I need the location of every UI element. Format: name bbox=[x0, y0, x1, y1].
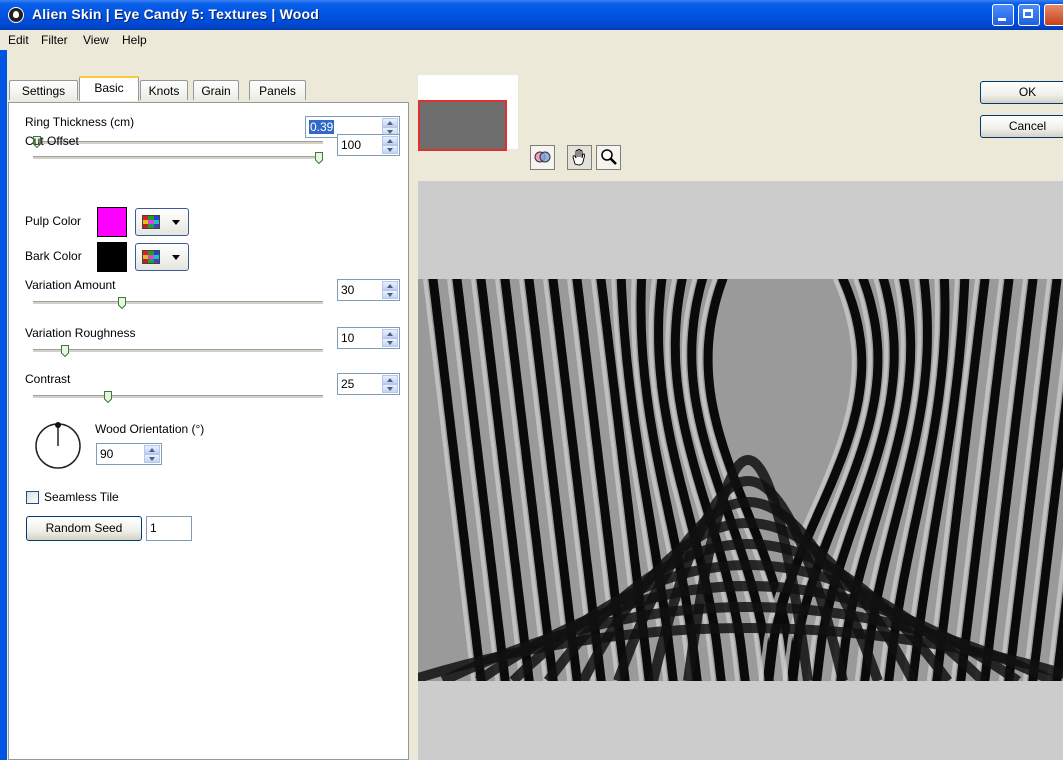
pulp-color-swatch[interactable] bbox=[97, 207, 127, 237]
dropdown-arrow-icon bbox=[172, 255, 180, 260]
spin-down-icon[interactable] bbox=[382, 145, 398, 154]
spin-up-icon[interactable] bbox=[144, 445, 160, 454]
variation-roughness-spinner[interactable] bbox=[382, 329, 398, 347]
spin-down-icon[interactable] bbox=[382, 384, 398, 393]
tab-knots[interactable]: Knots bbox=[140, 80, 188, 100]
wood-orientation-dial[interactable] bbox=[34, 422, 82, 470]
preview-compare-button[interactable] bbox=[530, 145, 555, 170]
variation-roughness-slider-thumb[interactable] bbox=[61, 345, 70, 357]
seamless-tile-checkbox[interactable] bbox=[26, 491, 39, 504]
variation-amount-slider-track[interactable] bbox=[33, 301, 323, 305]
cut-offset-input[interactable]: 100 bbox=[337, 134, 400, 156]
spin-down-icon[interactable] bbox=[382, 338, 398, 347]
tab-basic[interactable]: Basic bbox=[79, 76, 139, 101]
variation-roughness-slider-track[interactable] bbox=[33, 349, 323, 353]
cut-offset-slider-thumb[interactable] bbox=[315, 152, 323, 164]
menu-filter[interactable]: Filter bbox=[41, 33, 68, 47]
tab-settings[interactable]: Settings bbox=[9, 80, 78, 100]
contrast-label: Contrast bbox=[25, 372, 71, 386]
menu-edit[interactable]: Edit bbox=[8, 33, 29, 47]
zoom-button[interactable] bbox=[596, 145, 621, 170]
hand-pan-icon bbox=[572, 148, 586, 166]
window-title: Alien Skin | Eye Candy 5: Textures | Woo… bbox=[32, 6, 320, 22]
variation-roughness-input[interactable]: 10 bbox=[337, 327, 400, 349]
contrast-input[interactable]: 25 bbox=[337, 373, 400, 395]
preview-compare-icon bbox=[534, 151, 551, 163]
cut-offset-slider-track[interactable] bbox=[33, 156, 323, 160]
bark-color-label: Bark Color bbox=[25, 249, 82, 263]
minimize-button[interactable] bbox=[992, 4, 1014, 26]
maximize-button[interactable] bbox=[1018, 4, 1040, 26]
variation-amount-label: Variation Amount bbox=[25, 278, 116, 292]
variation-roughness-label: Variation Roughness bbox=[25, 326, 136, 340]
spin-up-icon[interactable] bbox=[382, 136, 398, 145]
cut-offset-label: Cut Offset bbox=[25, 134, 79, 148]
variation-amount-input[interactable]: 30 bbox=[337, 279, 400, 301]
spin-down-icon[interactable] bbox=[382, 290, 398, 299]
tab-panels[interactable]: Panels bbox=[249, 80, 306, 100]
pulp-color-palette-button[interactable] bbox=[135, 208, 189, 236]
dropdown-arrow-icon bbox=[172, 220, 180, 225]
alien-skin-logo-icon bbox=[8, 7, 24, 23]
cancel-button[interactable]: Cancel bbox=[980, 115, 1063, 138]
color-palette-icon bbox=[142, 215, 160, 229]
wood-grain-image bbox=[418, 279, 1063, 681]
menu-bar: Edit Filter View Help bbox=[0, 30, 1063, 50]
tab-grain[interactable]: Grain bbox=[193, 80, 239, 100]
variation-roughness-value[interactable]: 10 bbox=[341, 331, 354, 345]
navigator-thumbnail[interactable] bbox=[418, 100, 507, 151]
variation-amount-spinner[interactable] bbox=[382, 281, 398, 299]
contrast-value[interactable]: 25 bbox=[341, 377, 354, 391]
random-seed-button[interactable]: Random Seed bbox=[26, 516, 142, 541]
wood-orientation-spinner[interactable] bbox=[144, 445, 160, 463]
spin-up-icon[interactable] bbox=[382, 375, 398, 384]
contrast-spinner[interactable] bbox=[382, 375, 398, 393]
window-left-border bbox=[0, 50, 7, 760]
ring-thickness-value[interactable]: 0.39 bbox=[309, 120, 335, 134]
zoom-magnifier-icon bbox=[601, 149, 617, 165]
seamless-tile-label: Seamless Tile bbox=[44, 490, 119, 504]
menu-help[interactable]: Help bbox=[122, 33, 147, 47]
wood-orientation-label: Wood Orientation (°) bbox=[95, 422, 205, 436]
wood-orientation-input[interactable]: 90 bbox=[96, 443, 162, 465]
ok-button[interactable]: OK bbox=[980, 81, 1063, 104]
contrast-slider-track[interactable] bbox=[33, 395, 323, 399]
orientation-dial-icon[interactable] bbox=[34, 422, 82, 470]
color-palette-icon bbox=[142, 250, 160, 264]
cut-offset-value[interactable]: 100 bbox=[341, 138, 361, 152]
random-seed-value[interactable]: 1 bbox=[150, 521, 157, 535]
wood-orientation-value[interactable]: 90 bbox=[100, 447, 113, 461]
wood-texture-preview[interactable] bbox=[418, 279, 1063, 681]
spin-up-icon[interactable] bbox=[382, 118, 398, 127]
pulp-color-label: Pulp Color bbox=[25, 214, 82, 228]
ring-thickness-label: Ring Thickness (cm) bbox=[25, 115, 135, 129]
spin-up-icon[interactable] bbox=[382, 281, 398, 290]
menu-view[interactable]: View bbox=[83, 33, 109, 47]
random-seed-input[interactable]: 1 bbox=[146, 516, 192, 541]
variation-amount-value[interactable]: 30 bbox=[341, 283, 354, 297]
spin-up-icon[interactable] bbox=[382, 329, 398, 338]
title-bar[interactable]: Alien Skin | Eye Candy 5: Textures | Woo… bbox=[0, 0, 1063, 30]
hand-pan-button[interactable] bbox=[567, 145, 592, 170]
bark-color-palette-button[interactable] bbox=[135, 243, 189, 271]
spin-down-icon[interactable] bbox=[144, 454, 160, 463]
variation-amount-slider-thumb[interactable] bbox=[117, 297, 126, 309]
bark-color-swatch[interactable] bbox=[97, 242, 127, 272]
cut-offset-spinner[interactable] bbox=[382, 136, 398, 154]
contrast-slider-thumb[interactable] bbox=[103, 391, 112, 403]
close-button[interactable] bbox=[1044, 4, 1063, 26]
